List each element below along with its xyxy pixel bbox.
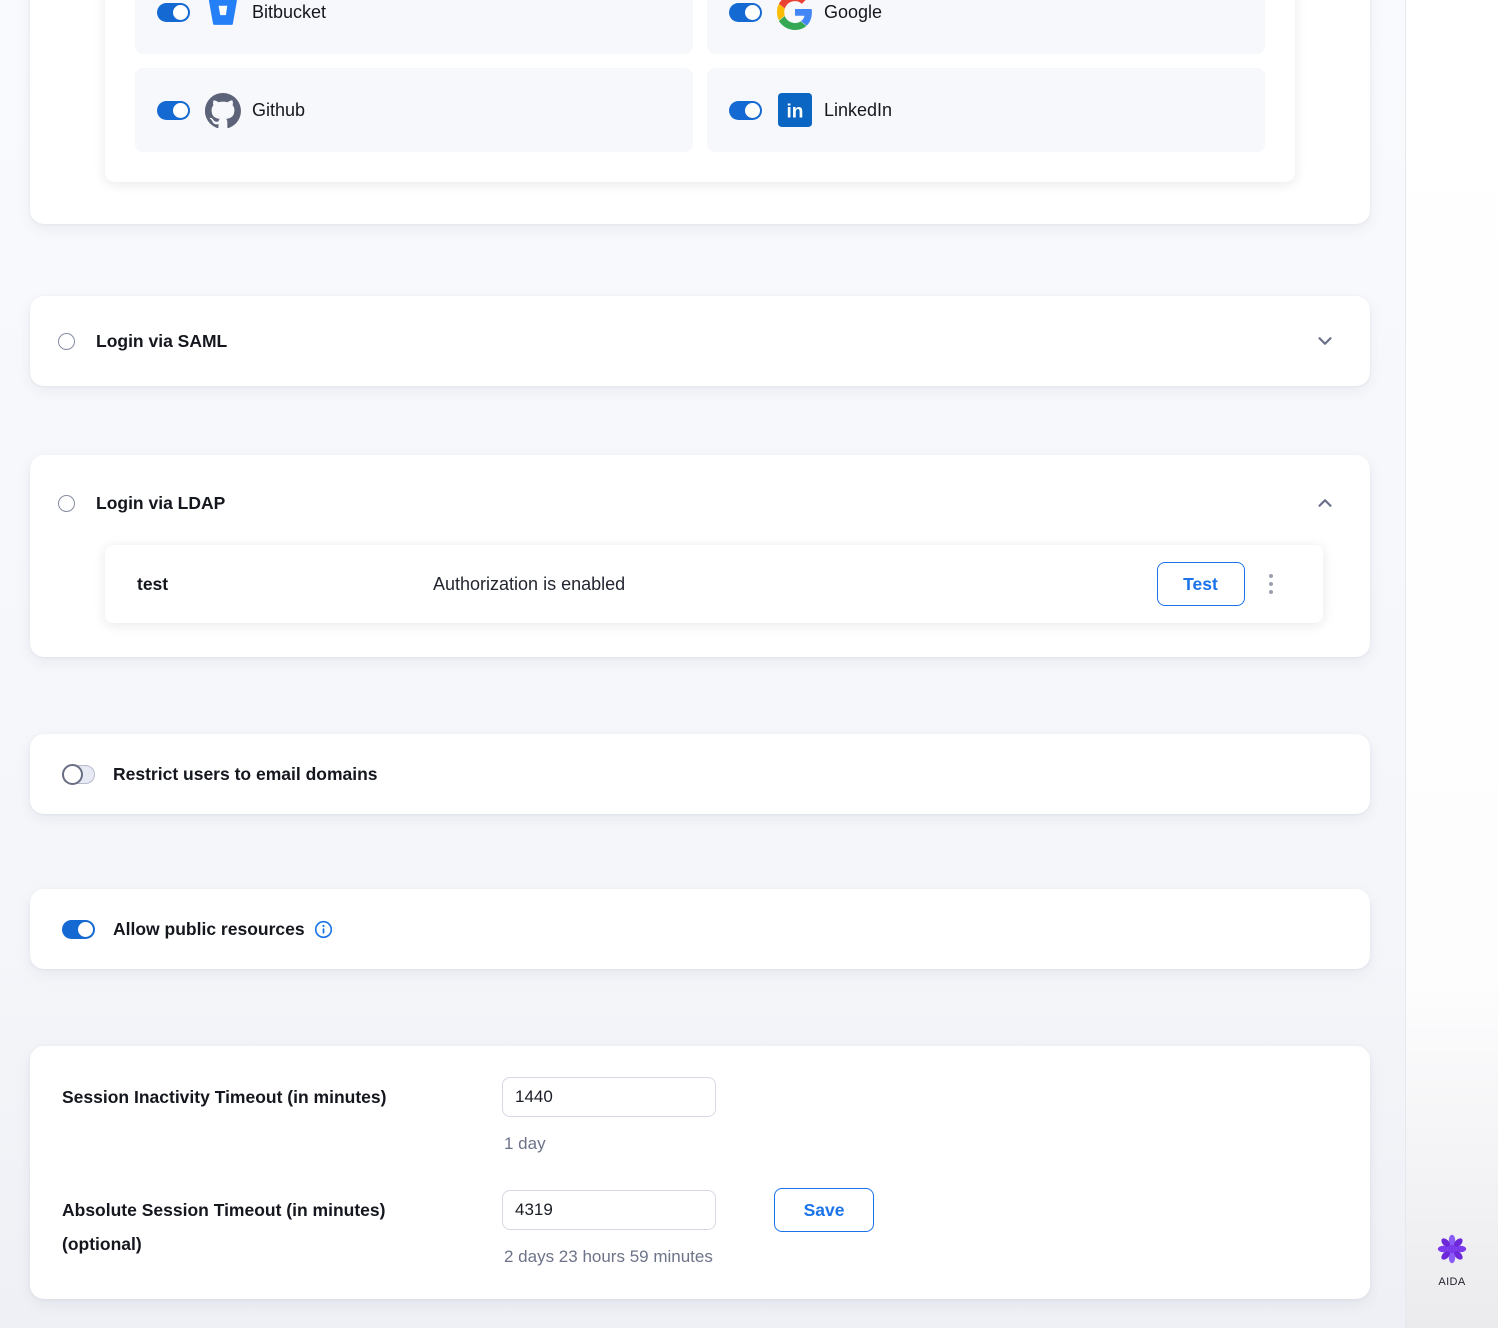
saml-label: Login via SAML (96, 331, 227, 352)
chevron-down-icon[interactable] (1314, 330, 1336, 352)
inactivity-timeout-input[interactable] (502, 1077, 716, 1117)
aida-label: AIDA (1438, 1276, 1465, 1288)
restrict-email-domains-toggle[interactable] (62, 765, 95, 784)
provider-tile-github: Github (135, 68, 693, 152)
google-toggle[interactable] (729, 3, 762, 22)
provider-tile-linkedin: in LinkedIn (707, 68, 1265, 152)
auth-settings-page: Bitbucket Google (0, 0, 1498, 1328)
ldap-connection-row: test Authorization is enabled Test (105, 545, 1323, 623)
linkedin-toggle[interactable] (729, 101, 762, 120)
absolute-timeout-label-line1: Absolute Session Timeout (in minutes) (62, 1193, 502, 1227)
ldap-radio[interactable] (58, 495, 75, 512)
bitbucket-toggle[interactable] (157, 3, 190, 22)
absolute-timeout-hint: 2 days 23 hours 59 minutes (502, 1247, 716, 1267)
google-icon (777, 0, 813, 30)
saml-radio[interactable] (58, 333, 75, 350)
inactivity-timeout-row: Session Inactivity Timeout (in minutes) … (62, 1077, 1342, 1154)
allow-public-resources-label: Allow public resources (113, 919, 305, 940)
provider-label: Bitbucket (252, 2, 326, 23)
oauth-providers-card: Bitbucket Google (30, 0, 1370, 224)
provider-label: Github (252, 100, 305, 121)
aida-widget-button[interactable]: AIDA (1406, 1233, 1498, 1288)
svg-text:in: in (787, 102, 804, 123)
ldap-label: Login via LDAP (96, 493, 225, 514)
provider-label: LinkedIn (824, 100, 892, 121)
inactivity-timeout-hint: 1 day (502, 1134, 716, 1154)
linkedin-icon: in (777, 92, 813, 128)
oauth-providers-panel: Bitbucket Google (105, 0, 1295, 182)
allow-public-resources-toggle[interactable] (62, 920, 95, 939)
absolute-timeout-label: Absolute Session Timeout (in minutes) (o… (62, 1190, 502, 1261)
allow-public-resources-section: Allow public resources (30, 889, 1370, 969)
ldap-connection-name: test (137, 574, 433, 595)
settings-column: Bitbucket Google (30, 0, 1370, 1299)
provider-tile-google: Google (707, 0, 1265, 54)
bitbucket-icon (205, 0, 241, 30)
ldap-connection-status: Authorization is enabled (433, 574, 625, 595)
provider-label: Google (824, 2, 882, 23)
provider-tiles: Bitbucket Google (135, 0, 1265, 152)
assistant-panel: AIDA (1405, 0, 1498, 1328)
saml-section: Login via SAML (30, 296, 1370, 386)
ldap-header: Login via LDAP (58, 486, 1336, 520)
github-toggle[interactable] (157, 101, 190, 120)
info-icon[interactable] (314, 920, 333, 939)
save-button[interactable]: Save (774, 1188, 874, 1232)
github-icon (205, 92, 241, 128)
restrict-email-domains-section: Restrict users to email domains (30, 734, 1370, 814)
ldap-section: Login via LDAP test Authorization is ena… (30, 455, 1370, 657)
inactivity-timeout-field: 1 day (502, 1077, 716, 1154)
inactivity-timeout-label: Session Inactivity Timeout (in minutes) (62, 1077, 502, 1114)
session-timeout-section: Session Inactivity Timeout (in minutes) … (30, 1046, 1370, 1299)
test-button[interactable]: Test (1157, 562, 1245, 606)
aida-flower-icon (1436, 1233, 1468, 1270)
absolute-timeout-field: 2 days 23 hours 59 minutes (502, 1190, 716, 1267)
absolute-timeout-row: Absolute Session Timeout (in minutes) (o… (62, 1190, 1342, 1267)
absolute-timeout-input[interactable] (502, 1190, 716, 1230)
absolute-timeout-label-line2: (optional) (62, 1227, 502, 1261)
provider-tile-bitbucket: Bitbucket (135, 0, 693, 54)
kebab-menu-icon[interactable] (1265, 570, 1278, 599)
chevron-up-icon[interactable] (1314, 492, 1336, 514)
restrict-email-domains-label: Restrict users to email domains (113, 764, 378, 785)
